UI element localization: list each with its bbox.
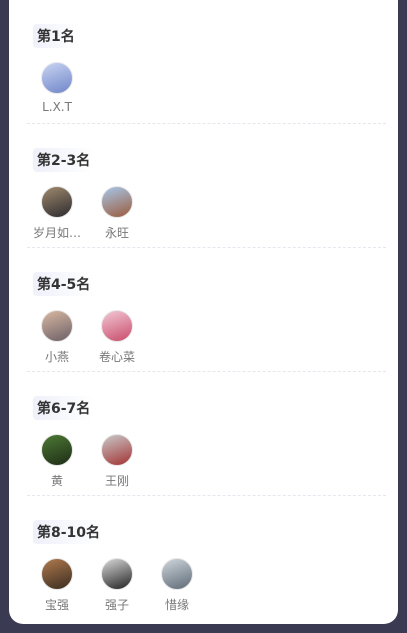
rank-section-4-5: 第4-5名 小燕 卷心菜 — [27, 248, 386, 372]
person-name: 惜缘 — [164, 598, 189, 612]
rank-section-8-10: 第8-10名 宝强 强子 惜缘 — [27, 496, 386, 620]
avatar[interactable] — [41, 434, 73, 466]
avatar[interactable] — [41, 186, 73, 218]
person-name: 岁月如… — [32, 226, 81, 240]
rank-title: 第2-3名 — [33, 148, 95, 172]
avatar[interactable] — [101, 310, 133, 342]
rank-title: 第8-10名 — [33, 520, 105, 544]
rank-section-2-3: 第2-3名 岁月如… 永旺 — [27, 124, 386, 248]
avatar[interactable] — [101, 434, 133, 466]
ranking-card: 第1名 L.X.T 第2-3名 岁月如… 永旺 第4-5名 小燕 卷心菜 第6-… — [9, 0, 398, 624]
avatar[interactable] — [161, 558, 193, 590]
rank-title: 第1名 — [33, 24, 79, 48]
person-item[interactable]: L.X.T — [27, 62, 87, 114]
person-name: L.X.T — [42, 100, 72, 114]
avatar-list: L.X.T — [27, 62, 87, 114]
person-item[interactable]: 宝强 — [27, 558, 87, 613]
rank-section-1: 第1名 L.X.T — [27, 0, 386, 124]
person-name: 王刚 — [104, 474, 129, 488]
person-item[interactable]: 岁月如… — [27, 186, 87, 241]
person-name: 卷心菜 — [98, 350, 135, 364]
avatar-list: 宝强 强子 惜缘 — [27, 558, 207, 613]
person-item[interactable]: 小燕 — [27, 310, 87, 365]
rank-title: 第6-7名 — [33, 396, 95, 420]
person-name: 小燕 — [44, 350, 69, 364]
avatar[interactable] — [41, 558, 73, 590]
avatar[interactable] — [101, 558, 133, 590]
person-item[interactable]: 永旺 — [87, 186, 147, 241]
avatar[interactable] — [41, 310, 73, 342]
person-item[interactable]: 卷心菜 — [87, 310, 147, 365]
avatar-list: 小燕 卷心菜 — [27, 310, 147, 365]
avatar-list: 黄 王刚 — [27, 434, 147, 489]
avatar[interactable] — [41, 62, 73, 94]
person-name: 黄 — [50, 474, 63, 488]
rank-title: 第4-5名 — [33, 272, 95, 296]
person-item[interactable]: 黄 — [27, 434, 87, 489]
person-name: 强子 — [104, 598, 129, 612]
person-item[interactable]: 惜缘 — [147, 558, 207, 613]
rank-section-6-7: 第6-7名 黄 王刚 — [27, 372, 386, 496]
person-item[interactable]: 强子 — [87, 558, 147, 613]
avatar[interactable] — [101, 186, 133, 218]
person-item[interactable]: 王刚 — [87, 434, 147, 489]
person-name: 宝强 — [44, 598, 69, 612]
avatar-list: 岁月如… 永旺 — [27, 186, 147, 241]
person-name: 永旺 — [104, 226, 129, 240]
